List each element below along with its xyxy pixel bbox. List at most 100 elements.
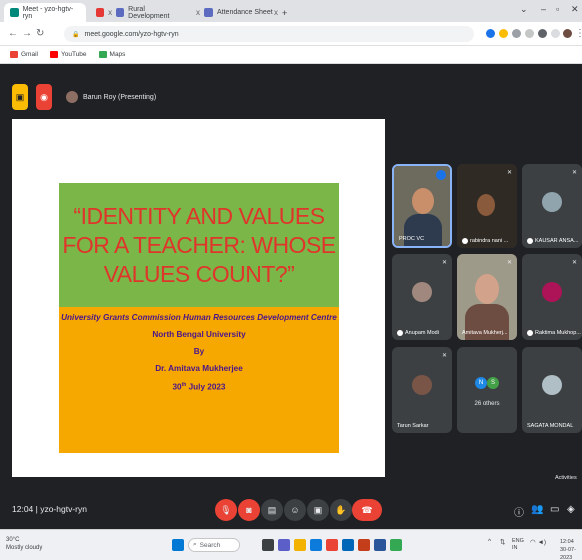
camera-icon[interactable]	[486, 29, 495, 38]
presenter-avatar	[66, 91, 78, 103]
participant-name: PROC VC	[399, 236, 425, 242]
participant-tile[interactable]: ✕ KAUSAR ANSA...	[522, 164, 582, 248]
bookmark-maps[interactable]: Maps	[98, 51, 125, 58]
forward-icon[interactable]: →	[22, 28, 32, 39]
window-close-icon[interactable]: ✕	[571, 4, 579, 15]
participant-tile[interactable]: ✕ Raktima Mukhop...	[522, 254, 582, 340]
close-icon[interactable]: x	[196, 8, 200, 17]
presenting-label: Barun Roy (Presenting)	[66, 91, 156, 103]
participant-tile[interactable]: ✕ Tarun Sarkar	[392, 347, 452, 433]
leave-call-button[interactable]: ☎	[352, 499, 382, 521]
notes-icon[interactable]: ▣	[12, 84, 28, 110]
participant-tile[interactable]: ✕ Anupam Modi	[392, 254, 452, 340]
slide-presenter: Dr. Amitava Mukherjee	[155, 364, 243, 373]
address-bar-row: ← → ↻ 🔒 meet.google.com/yzo-hgtv-ryn ⋮	[0, 22, 582, 46]
tab-meet[interactable]: Meet - yzo-hgtv-ryn	[4, 3, 86, 22]
slide: “IDENTITY AND VALUES FOR A TEACHER: WHOS…	[59, 183, 339, 453]
mic-toggle-button[interactable]: 🎙	[215, 499, 237, 521]
participant-tile[interactable]: PROC VC	[392, 164, 452, 248]
info-icon[interactable]: ⓘ	[514, 504, 524, 519]
profile-avatar[interactable]	[563, 29, 572, 38]
minimize-icon[interactable]: –	[541, 4, 546, 14]
face	[475, 274, 499, 304]
meeting-time-code: 12:04 | yzo-hgtv-ryn	[12, 504, 87, 514]
slide-by: By	[193, 347, 205, 356]
captions-button[interactable]: ▤	[261, 499, 283, 521]
reload-icon[interactable]: ↻	[36, 28, 44, 39]
recording-icon[interactable]: ◉	[36, 84, 52, 110]
chrome-icon[interactable]	[326, 539, 338, 551]
url-field[interactable]: 🔒 meet.google.com/yzo-hgtv-ryn	[64, 26, 474, 42]
participant-avatar	[542, 375, 562, 395]
taskbar-search[interactable]: ⌕ Search	[188, 538, 240, 552]
participant-name: SAGATA MONDAL	[527, 423, 574, 429]
language-indicator[interactable]: ENG IN	[512, 538, 524, 552]
wifi-sound-icons[interactable]: ◠ ◄)	[530, 538, 546, 546]
clock[interactable]: 12:04 30-07-2023	[560, 538, 582, 560]
tray-chevron-icon[interactable]: ^	[488, 538, 491, 545]
people-icon[interactable]: 👥	[531, 504, 543, 515]
participant-tile[interactable]: SAGATA MONDAL	[522, 347, 582, 433]
close-icon[interactable]: x	[274, 8, 278, 17]
maximize-icon[interactable]: ▫	[556, 4, 559, 14]
youtube-icon	[49, 51, 58, 58]
bookmark-gmail[interactable]: Gmail	[10, 51, 38, 58]
present-button[interactable]: ▣	[307, 499, 329, 521]
search-icon: ⌕	[193, 541, 197, 548]
edge-icon[interactable]	[310, 539, 322, 551]
teams-icon[interactable]	[278, 539, 290, 551]
weather-desc: Mostly cloudy	[6, 545, 43, 551]
slide-university: North Bengal University	[152, 330, 246, 339]
file-explorer-icon[interactable]	[294, 539, 306, 551]
menu-kebab-icon[interactable]: ⋮	[575, 28, 582, 39]
bookmark-star-icon[interactable]	[525, 29, 534, 38]
participant-name: Amitava Mukherj...	[462, 330, 508, 336]
gmail-icon	[10, 51, 18, 58]
maps-icon	[98, 51, 107, 58]
raise-hand-button[interactable]: ✋	[330, 499, 352, 521]
camera-toggle-button[interactable]: ◙	[238, 499, 260, 521]
mic-off-icon: ✕	[571, 170, 577, 176]
activities-icon[interactable]: ◈	[567, 504, 575, 515]
back-icon[interactable]: ←	[8, 28, 18, 39]
meet-stage: ▣ ◉ Barun Roy (Presenting) “IDENTITY AND…	[0, 64, 582, 529]
tab-search-icon[interactable]: ⌄	[520, 4, 528, 15]
mic-off-icon: ✕	[441, 353, 447, 359]
close-icon[interactable]: x	[108, 8, 112, 17]
lock-icon: 🔒	[72, 31, 80, 38]
participant-name: Raktima Mukhop...	[527, 330, 581, 336]
tab-rural-development[interactable]: x Rural Development	[90, 3, 188, 22]
slide-date: 30th July 2023	[172, 382, 226, 392]
url-text: meet.google.com/yzo-hgtv-ryn	[84, 30, 179, 38]
forms-icon	[204, 8, 213, 17]
sidepanel-icon[interactable]	[551, 29, 560, 38]
word-icon[interactable]	[374, 539, 386, 551]
tab-label: Attendance Sheet	[217, 9, 273, 16]
tab-close[interactable]: x +	[268, 3, 293, 22]
new-tab-button[interactable]: +	[282, 8, 287, 18]
pin-icon	[527, 238, 533, 244]
pin-icon	[527, 330, 533, 336]
share-icon[interactable]	[512, 29, 521, 38]
participant-name: Anupam Modi	[397, 330, 439, 336]
office-icon[interactable]	[358, 539, 370, 551]
meet-app-icon[interactable]	[390, 539, 402, 551]
chat-icon[interactable]: ▭	[550, 504, 559, 515]
emoji-button[interactable]: ☺	[284, 499, 306, 521]
participant-avatar	[412, 282, 432, 302]
puzzle-icon[interactable]	[538, 29, 547, 38]
others-tile[interactable]: N S 26 others	[457, 347, 517, 433]
extension-icon[interactable]	[499, 29, 508, 38]
participant-name: KAUSAR ANSA...	[527, 238, 578, 244]
tray-network-icon[interactable]: ⇅	[500, 538, 505, 546]
meeting-controls: 12:04 | yzo-hgtv-ryn 🎙 ◙ ▤ ☺ ▣ ✋ ⋮ ☎ ⓘ 👥…	[0, 492, 582, 529]
activities-label: Activities	[555, 475, 577, 481]
store-icon[interactable]	[342, 539, 354, 551]
weather-widget[interactable]: 30°C Mostly cloudy	[6, 536, 42, 552]
task-view-icon[interactable]	[262, 539, 274, 551]
participant-tile[interactable]: ✕ rabindra nani ...	[457, 164, 517, 248]
participant-tile[interactable]: ✕ Amitava Mukherj...	[457, 254, 517, 340]
windows-start-icon[interactable]	[172, 539, 184, 551]
forms-icon	[116, 8, 125, 17]
bookmark-youtube[interactable]: YouTube	[49, 51, 87, 58]
